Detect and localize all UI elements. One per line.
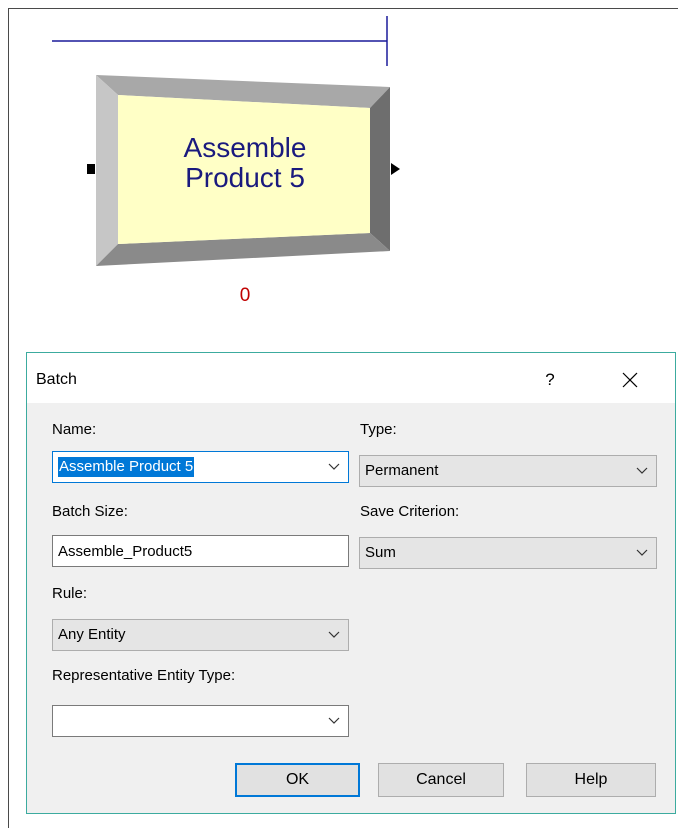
- help-question-button[interactable]: ?: [535, 365, 565, 395]
- save-criterion-value: Sum: [365, 544, 396, 561]
- chevron-down-icon: [636, 549, 648, 556]
- batch-size-input[interactable]: [52, 535, 349, 567]
- representative-entity-type-label: Representative Entity Type:: [52, 667, 236, 684]
- dialog-titlebar[interactable]: Batch ?: [27, 353, 675, 403]
- name-value: Assemble Product 5: [58, 457, 195, 477]
- ok-button[interactable]: OK: [235, 763, 360, 797]
- close-icon: [622, 372, 638, 388]
- exit-connector[interactable]: [391, 163, 400, 175]
- chevron-down-icon: [328, 717, 340, 724]
- batch-dialog: Batch ? Name: Assemble Product 5 Type: P…: [26, 352, 676, 814]
- module-label: Assemble Product 5: [120, 133, 370, 193]
- name-combobox[interactable]: Assemble Product 5: [52, 451, 349, 483]
- rule-combobox[interactable]: Any Entity: [52, 619, 349, 651]
- name-label: Name:: [52, 421, 97, 438]
- cancel-button[interactable]: Cancel: [378, 763, 504, 797]
- module-label-line2: Product 5: [185, 162, 305, 193]
- chevron-down-icon: [328, 631, 340, 638]
- chevron-down-icon: [636, 467, 648, 474]
- module-bevel-right: [370, 87, 390, 251]
- batch-size-label: Batch Size:: [52, 503, 128, 520]
- save-criterion-combobox[interactable]: Sum: [359, 537, 657, 569]
- type-combobox[interactable]: Permanent: [359, 455, 657, 487]
- entry-connector[interactable]: [87, 164, 95, 174]
- chevron-down-icon: [328, 463, 340, 470]
- close-button[interactable]: [615, 365, 645, 395]
- type-value: Permanent: [365, 462, 439, 479]
- dialog-title: Batch: [36, 371, 77, 388]
- type-label: Type:: [360, 421, 397, 438]
- module-label-line1: Assemble: [183, 132, 307, 163]
- module-bevel-left: [96, 75, 118, 266]
- rule-value: Any Entity: [58, 626, 126, 643]
- representative-entity-type-combobox[interactable]: [52, 705, 349, 737]
- rule-label: Rule:: [52, 585, 88, 602]
- save-criterion-label: Save Criterion:: [360, 503, 460, 520]
- help-button[interactable]: Help: [526, 763, 656, 797]
- module-counter: 0: [239, 285, 251, 306]
